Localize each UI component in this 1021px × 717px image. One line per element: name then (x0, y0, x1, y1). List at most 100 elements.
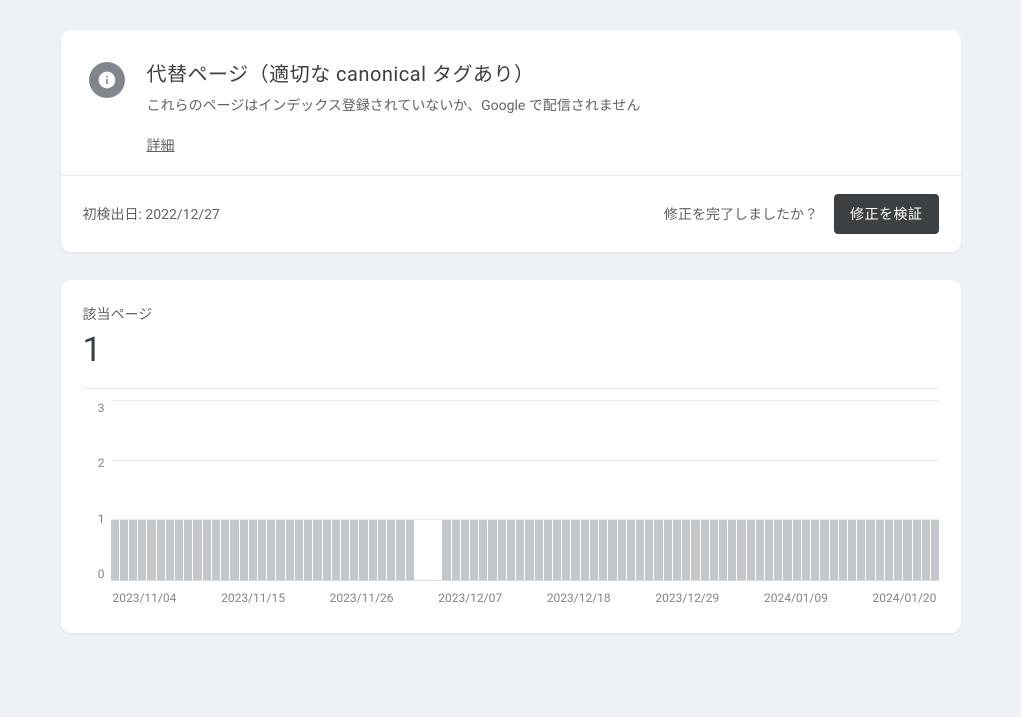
x-tick: 2024/01/20 (873, 591, 937, 605)
info-icon (89, 62, 125, 98)
bar (673, 520, 681, 580)
bar (728, 520, 736, 580)
bar (839, 520, 847, 580)
chart-plot[interactable] (111, 401, 939, 581)
bar (903, 520, 911, 580)
fix-complete-prompt: 修正を完了しましたか？ (664, 204, 818, 224)
bar (276, 520, 284, 580)
chart-big-number: 1 (83, 330, 939, 370)
bar (406, 520, 414, 580)
bar (710, 520, 718, 580)
x-tick: 2023/11/15 (221, 591, 285, 605)
bar (701, 520, 709, 580)
y-axis: 3 2 1 0 (83, 401, 111, 581)
first-detected-label: 初検出日: (83, 207, 142, 223)
gridline (111, 460, 939, 461)
bar (267, 520, 275, 580)
bar (387, 520, 395, 580)
bar (138, 520, 146, 580)
bar (553, 520, 561, 580)
gridline (111, 519, 939, 520)
gridline (111, 400, 939, 401)
bar (498, 520, 506, 580)
x-tick: 2023/12/07 (438, 591, 502, 605)
bar (562, 520, 570, 580)
chart-label: 該当ページ (83, 304, 939, 324)
bar (341, 520, 349, 580)
validate-fix-button[interactable]: 修正を検証 (834, 194, 939, 234)
bars-container (111, 401, 939, 580)
bar (802, 520, 810, 580)
bar (230, 520, 238, 580)
bar (876, 520, 884, 580)
y-tick: 2 (98, 456, 105, 470)
bar (894, 520, 902, 580)
bar (212, 520, 220, 580)
bar (295, 520, 303, 580)
bar (820, 520, 828, 580)
bar (129, 520, 137, 580)
bar (922, 520, 930, 580)
bar (885, 520, 893, 580)
bar (581, 520, 589, 580)
x-tick: 2024/01/09 (764, 591, 828, 605)
bar (774, 520, 782, 580)
bar (147, 520, 155, 580)
bar (654, 520, 662, 580)
action-row: 初検出日: 2022/12/27 修正を完了しましたか？ 修正を検証 (61, 176, 961, 252)
x-axis: 2023/11/04 2023/11/15 2023/11/26 2023/12/07… (111, 591, 939, 605)
x-tick: 2023/11/04 (113, 591, 177, 605)
bar (442, 520, 450, 580)
bar (323, 520, 331, 580)
bar (645, 520, 653, 580)
bar (175, 520, 183, 580)
bar (765, 520, 773, 580)
bar (857, 520, 865, 580)
learn-more-link[interactable]: 詳細 (147, 138, 175, 154)
bar (599, 520, 607, 580)
bar (193, 520, 201, 580)
issue-summary-card: 代替ページ（適切な canonical タグあり） これらのページはインデックス… (61, 30, 961, 252)
bar (359, 520, 367, 580)
bar (783, 520, 791, 580)
bar (378, 520, 386, 580)
y-tick: 1 (98, 512, 105, 526)
bar (516, 520, 524, 580)
bar (488, 520, 496, 580)
bar (286, 520, 294, 580)
bar (931, 520, 939, 580)
bar (258, 520, 266, 580)
bar (507, 520, 515, 580)
bar (332, 520, 340, 580)
bar (608, 520, 616, 580)
bar (793, 520, 801, 580)
bar (369, 520, 377, 580)
bar (866, 520, 874, 580)
bar (830, 520, 838, 580)
bar (747, 520, 755, 580)
bar (184, 520, 192, 580)
bar (618, 520, 626, 580)
x-tick: 2023/12/18 (547, 591, 611, 605)
bar (811, 520, 819, 580)
y-tick: 0 (98, 567, 105, 581)
issue-subtitle: これらのページはインデックス登録されていないか、Google で配信されません (147, 95, 641, 115)
bar (544, 520, 552, 580)
y-tick: 3 (98, 401, 105, 415)
issue-header: 代替ページ（適切な canonical タグあり） これらのページはインデックス… (61, 30, 961, 175)
bar (240, 520, 248, 580)
bar (111, 520, 119, 580)
x-tick: 2023/12/29 (655, 591, 719, 605)
affected-pages-card: 該当ページ 1 3210 2023/11/042023/11/152023/11… (61, 280, 961, 633)
issue-title: 代替ページ（適切な canonical タグあり） (147, 58, 641, 87)
bar (691, 520, 699, 580)
bar (737, 520, 745, 580)
bar (590, 520, 598, 580)
x-tick: 2023/11/26 (330, 591, 394, 605)
bar (166, 520, 174, 580)
bar (350, 520, 358, 580)
first-detected-value: 2022/12/27 (145, 207, 220, 223)
bar (396, 520, 404, 580)
bar (627, 520, 635, 580)
bar (535, 520, 543, 580)
